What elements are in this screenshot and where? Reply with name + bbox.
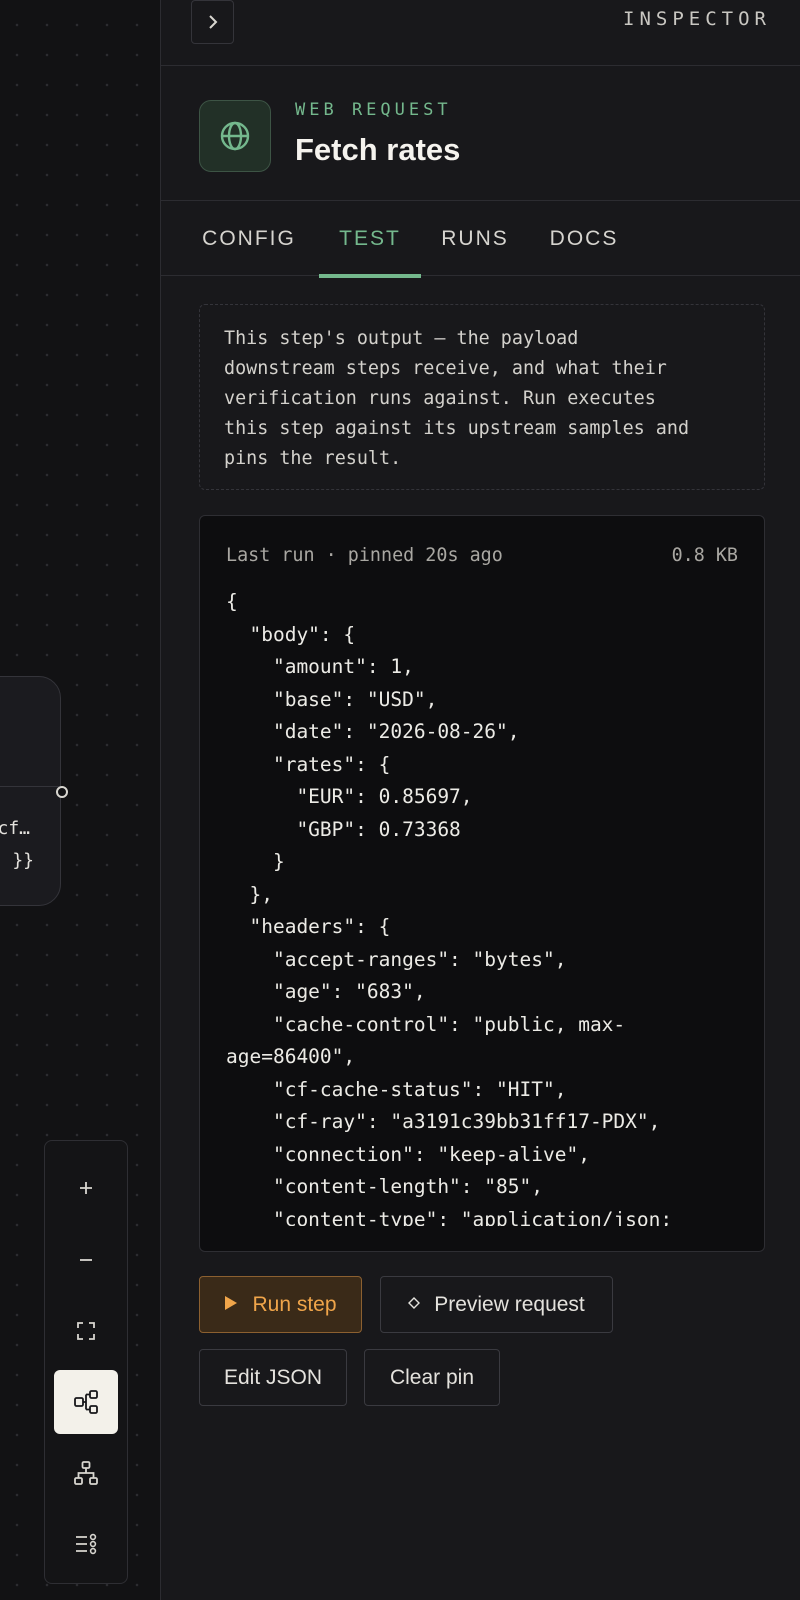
node-text-line: cf… [0, 818, 30, 839]
tree-layout-icon [74, 1461, 98, 1485]
flow-layout-button[interactable] [54, 1370, 118, 1434]
node-text-line: }} [12, 850, 34, 871]
preview-request-button[interactable]: Preview request [380, 1276, 613, 1333]
test-description: This step's output — the payload downstr… [199, 304, 765, 490]
node-title: Fetch rates [295, 132, 461, 167]
zoom-out-button[interactable] [54, 1228, 118, 1292]
inspector-tabs: CONFIG TEST RUNS DOCS [161, 201, 800, 278]
node-output-port[interactable] [56, 786, 68, 798]
canvas-controls [44, 1140, 128, 1584]
fit-view-icon [77, 1322, 95, 1340]
last-run-meta: Last run · pinned 20s ago [226, 545, 503, 566]
globe-icon [199, 100, 271, 172]
node-type-label: WEB REQUEST [295, 100, 452, 120]
tree-layout-button[interactable] [54, 1441, 118, 1505]
inspector-panel: INSPECTOR WEB REQUEST Fetch rates CONFIG… [160, 0, 800, 1600]
pinned-output: Last run · pinned 20s ago 0.8 KB { "body… [199, 515, 765, 1252]
node-header: WEB REQUEST Fetch rates [161, 66, 800, 201]
inspector-toolbar: INSPECTOR [161, 0, 800, 66]
tab-runs[interactable]: RUNS [441, 201, 509, 276]
inspector-label: INSPECTOR [623, 8, 771, 30]
diamond-icon [408, 1296, 421, 1313]
tab-test[interactable]: TEST [319, 201, 421, 278]
chevron-right-icon [208, 15, 217, 29]
workflow-node[interactable]: cf… }} [0, 676, 61, 906]
flow-layout-icon [74, 1390, 98, 1414]
tab-docs[interactable]: DOCS [549, 201, 619, 276]
workflow-canvas[interactable]: cf… }} [0, 0, 160, 1600]
plus-icon [80, 1182, 92, 1194]
output-size: 0.8 KB [671, 545, 738, 566]
fit-view-button[interactable] [54, 1299, 118, 1363]
collapse-panel-button[interactable] [191, 0, 234, 44]
node-divider [0, 786, 60, 787]
list-layout-icon [76, 1533, 97, 1555]
zoom-in-button[interactable] [54, 1156, 118, 1220]
list-layout-button[interactable] [54, 1512, 118, 1576]
output-json[interactable]: { "body": { "amount": 1, "base": "USD", … [226, 586, 746, 1226]
clear-pin-button[interactable]: Clear pin [364, 1349, 500, 1406]
run-step-button[interactable]: Run step [199, 1276, 362, 1333]
play-icon [224, 1295, 238, 1315]
tab-config[interactable]: CONFIG [202, 201, 295, 276]
edit-json-label: Edit JSON [223, 1365, 323, 1389]
clear-pin-label: Clear pin [389, 1365, 475, 1389]
edit-json-button[interactable]: Edit JSON [199, 1349, 347, 1406]
preview-request-label: Preview request [434, 1292, 585, 1316]
minus-icon [80, 1259, 92, 1261]
run-step-label: Run step [252, 1292, 337, 1316]
